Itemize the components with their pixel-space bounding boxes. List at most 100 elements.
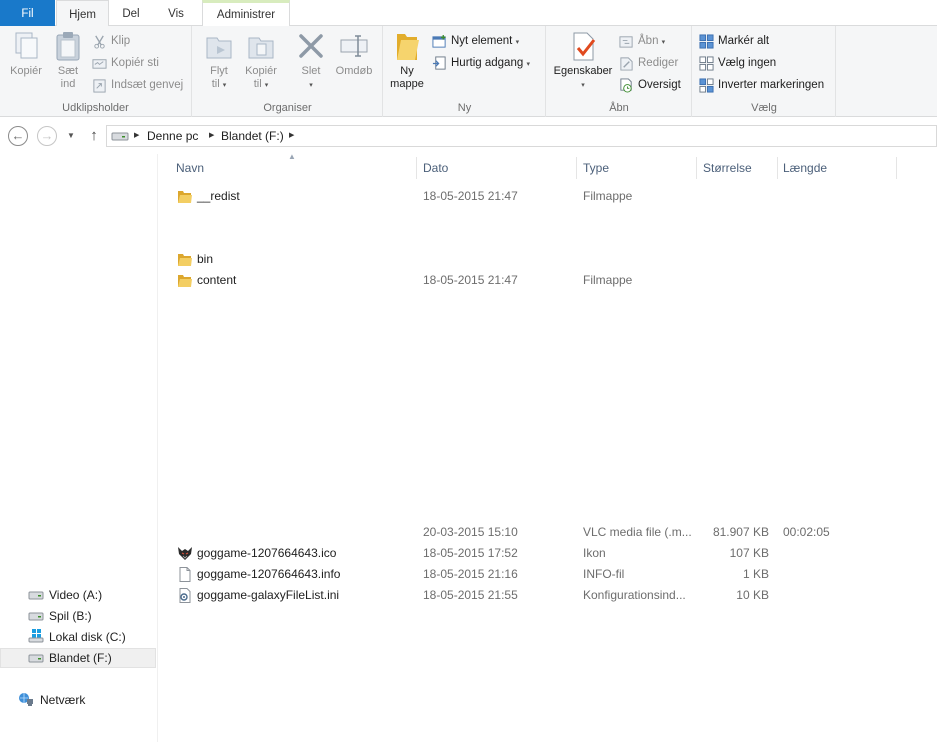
select-all-icon — [699, 34, 714, 49]
column-header-date[interactable]: Dato — [423, 157, 448, 179]
edit-label: Rediger — [638, 57, 679, 69]
tab-manage[interactable]: Administrer — [202, 0, 290, 26]
new-folder-icon — [397, 34, 419, 60]
file-size: 1 KB — [742, 567, 769, 581]
folder-icon — [178, 275, 192, 287]
nav-item-blandet-f[interactable]: Blandet (F:) — [0, 648, 156, 668]
group-organize-label: Organiser — [263, 102, 312, 114]
column-divider[interactable] — [777, 157, 778, 179]
properties-button[interactable]: Egenskaber ▾ — [552, 30, 614, 92]
tab-view[interactable]: Vis — [158, 0, 194, 26]
open-button[interactable]: Åbn ▾ — [619, 32, 665, 50]
column-header-type[interactable]: Type — [583, 157, 609, 179]
column-divider[interactable] — [696, 157, 697, 179]
file-row-content[interactable]: content 18-05-2015 21:47 Filmappe — [171, 270, 937, 291]
drive-icon — [28, 654, 44, 663]
file-name: __redist — [197, 189, 240, 203]
group-clipboard-label: Udklipsholder — [62, 102, 129, 114]
nav-item-video-a[interactable]: Video (A:) — [0, 585, 156, 605]
up-button[interactable]: ↑ — [86, 125, 102, 147]
network-icon — [19, 693, 33, 706]
paste-shortcut-label: Indsæt genvej — [111, 79, 184, 91]
copy-icon — [15, 32, 38, 59]
group-clipboard: Kopiér Sæt ind Klip Kopiér sti Indsæt ge… — [0, 26, 192, 117]
breadcrumb-this-pc[interactable]: Denne pc — [147, 126, 198, 146]
file-row-vlc-media[interactable]: 20-03-2015 15:10 VLC media file (.m... 8… — [171, 522, 937, 543]
history-button[interactable]: Oversigt — [619, 76, 681, 94]
select-all-button[interactable]: Markér alt — [699, 32, 769, 50]
back-button[interactable]: ← — [8, 126, 28, 146]
file-row-galaxy-filelist[interactable]: goggame-galaxyFileList.ini 18-05-2015 21… — [171, 585, 937, 606]
invert-selection-icon — [699, 78, 714, 93]
move-to-icon — [206, 37, 232, 59]
nav-item-spil-b[interactable]: Spil (B:) — [0, 606, 156, 626]
file-type: VLC media file (.m... — [583, 525, 692, 539]
copy-path-icon — [92, 59, 107, 69]
tab-file[interactable]: Fil — [0, 0, 55, 26]
easy-access-button[interactable]: Hurtig adgang ▾ — [432, 54, 530, 72]
copy-to-icon — [248, 37, 274, 59]
document-icon — [179, 567, 191, 582]
breadcrumb-drive-f[interactable]: Blandet (F:) — [221, 126, 284, 146]
delete-caret: ▾ — [309, 82, 313, 89]
paste-button[interactable]: Sæt ind — [50, 30, 86, 91]
column-header-name[interactable]: Navn — [176, 157, 204, 179]
edit-button[interactable]: Rediger — [619, 54, 678, 72]
delete-button[interactable]: Slet ▾ — [291, 30, 331, 92]
file-type: Filmappe — [583, 189, 633, 203]
file-name: goggame-1207664643.info — [197, 567, 341, 581]
select-none-icon — [699, 56, 714, 71]
cut-label: Klip — [111, 35, 131, 47]
rename-button[interactable]: Omdøb — [333, 30, 375, 78]
breadcrumb-separator-icon[interactable]: ▶ — [209, 126, 214, 146]
ribbon-tabs: Fil Hjem Del Vis Administrer — [0, 0, 937, 27]
file-row-goggame-info[interactable]: goggame-1207664643.info 18-05-2015 21:16… — [171, 564, 937, 585]
forward-button[interactable]: → — [37, 126, 57, 146]
select-none-label: Vælg ingen — [718, 57, 777, 69]
nav-item-local-disk-c[interactable]: Lokal disk (C:) — [0, 627, 156, 647]
invert-selection-label: Inverter markeringen — [718, 79, 825, 91]
column-divider[interactable] — [896, 157, 897, 179]
new-folder-button[interactable]: Ny mappe — [387, 30, 427, 91]
properties-label: Egenskaber — [553, 65, 613, 77]
file-type: INFO-fil — [583, 567, 625, 581]
group-new-label: Ny — [457, 102, 472, 114]
column-header-length[interactable]: Længde — [783, 157, 827, 179]
copy-to-label-2: til ▾ — [253, 78, 269, 90]
file-row-goggame-ico[interactable]: goggame-1207664643.ico 18-05-2015 17:52 … — [171, 543, 937, 564]
file-size: 10 KB — [736, 588, 769, 602]
copy-to-button[interactable]: Kopiér til ▾ — [241, 30, 281, 92]
invert-selection-button[interactable]: Inverter markeringen — [699, 76, 824, 94]
file-date: 20-03-2015 15:10 — [423, 525, 518, 539]
cut-button[interactable]: Klip — [92, 32, 130, 50]
tab-share[interactable]: Del — [113, 0, 149, 26]
history-icon — [620, 78, 632, 93]
move-to-button[interactable]: Flyt til ▾ — [201, 30, 237, 92]
breadcrumb-separator-icon[interactable]: ▶ — [134, 126, 139, 146]
copy-path-button[interactable]: Kopiér sti — [92, 54, 159, 72]
column-divider[interactable] — [416, 157, 417, 179]
breadcrumb-separator-icon[interactable]: ▶ — [289, 126, 294, 146]
copy-button[interactable]: Kopiér — [6, 30, 46, 78]
tab-home[interactable]: Hjem — [56, 0, 109, 27]
rename-label: Omdøb — [335, 65, 373, 77]
select-none-button[interactable]: Vælg ingen — [699, 54, 776, 72]
file-name: goggame-galaxyFileList.ini — [197, 588, 340, 602]
column-header-size[interactable]: Størrelse — [703, 157, 752, 179]
column-divider[interactable] — [576, 157, 577, 179]
new-item-button[interactable]: Nyt element ▾ — [432, 32, 519, 50]
group-select-label: Vælg — [751, 102, 777, 114]
group-select: Markér alt Vælg ingen Inverter markering… — [693, 26, 836, 117]
file-date: 18-05-2015 21:55 — [423, 588, 518, 602]
nav-item-network[interactable]: Netværk — [0, 690, 156, 710]
edit-icon — [620, 57, 633, 71]
file-row-redist[interactable]: __redist 18-05-2015 21:47 Filmappe — [171, 186, 937, 207]
file-name: goggame-1207664643.ico — [197, 546, 337, 560]
open-icon — [619, 36, 633, 48]
nav-item-label: Spil (B:) — [49, 609, 92, 623]
paste-shortcut-button[interactable]: Indsæt genvej — [92, 76, 183, 94]
file-row-bin[interactable]: bin — [171, 249, 937, 270]
address-bar[interactable]: ▶ Denne pc ▶ Blandet (F:) ▶ — [106, 125, 937, 147]
history-label: Oversigt — [638, 79, 681, 91]
recent-locations-button[interactable]: ▼ — [64, 126, 78, 146]
